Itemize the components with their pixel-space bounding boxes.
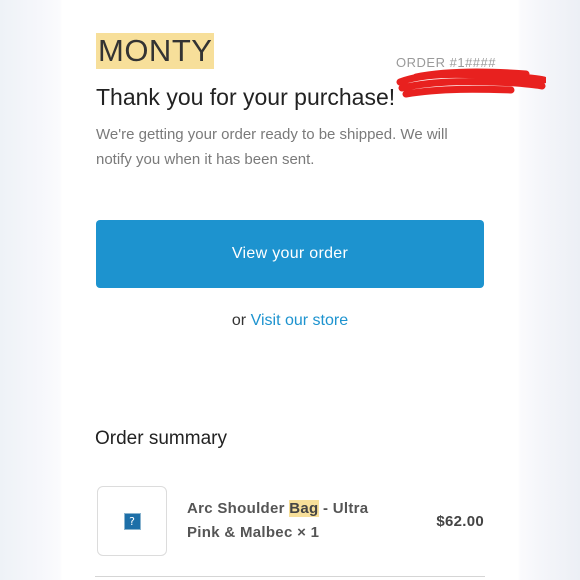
broken-image-icon: ? — [123, 512, 141, 530]
summary-divider — [95, 576, 485, 577]
item-name: Arc Shoulder Bag - Ultra Pink & Malbec ×… — [187, 497, 397, 545]
item-name-highlight: Bag — [289, 500, 319, 517]
or-text: or — [231, 312, 247, 329]
store-name: MONTY — [96, 33, 215, 69]
confirmation-heading: Thank you for your purchase! — [96, 84, 396, 110]
item-price: $62.00 — [436, 513, 484, 530]
product-thumbnail: ? — [97, 486, 167, 556]
order-summary-title: Order summary — [95, 428, 227, 449]
confirmation-message: We're getting your order ready to be shi… — [96, 126, 448, 168]
email-header: MONTY ORDER #1#### — [96, 33, 546, 98]
visit-store-link[interactable]: Visit our store — [251, 312, 349, 329]
view-order-button[interactable]: View your order — [96, 220, 484, 288]
redaction-scribble — [396, 68, 546, 98]
item-name-start: Arc Shoulder — [187, 500, 290, 517]
email-body: MONTY ORDER #1#### Thank you for your pu… — [62, 0, 546, 580]
visit-store-line: or Visit our store — [96, 312, 484, 330]
